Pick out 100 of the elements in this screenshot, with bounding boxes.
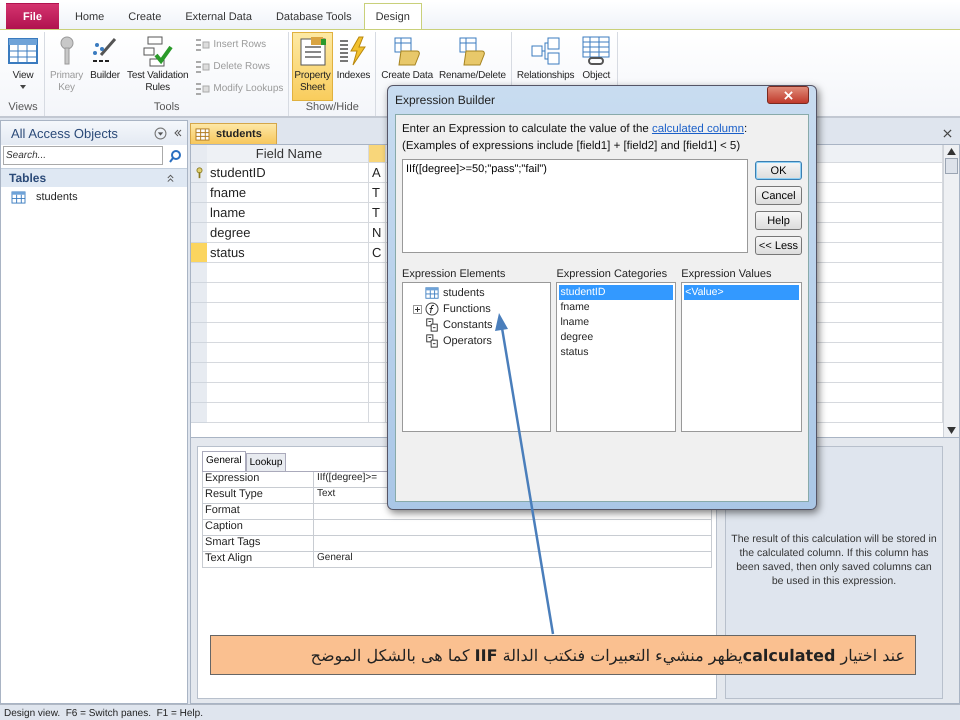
ribbon-button[interactable]: Builder (87, 32, 124, 101)
expand-icon[interactable] (413, 304, 422, 314)
close-button[interactable] (767, 86, 809, 104)
dialog-button[interactable]: OK (755, 161, 802, 180)
table-cell[interactable] (207, 343, 369, 363)
list-item[interactable]: degree (559, 330, 674, 345)
dialog-title: Expression Builder (395, 93, 496, 107)
property-value[interactable]: General (314, 552, 712, 567)
search-field[interactable]: Search... (3, 146, 163, 165)
table-cell[interactable] (369, 303, 386, 323)
nav-item[interactable]: students (1, 187, 187, 207)
rows-icon (194, 80, 210, 96)
dialog-button[interactable]: Help (755, 211, 802, 230)
property-tab[interactable]: General (202, 451, 246, 471)
table-cell[interactable] (369, 403, 386, 423)
row-selector[interactable] (191, 163, 207, 183)
table-cell[interactable]: A (369, 163, 386, 183)
table-cell[interactable]: studentID (207, 163, 369, 183)
property-tab[interactable]: Lookup (246, 453, 286, 471)
list-item[interactable]: status (559, 345, 674, 360)
table-cell[interactable]: T (369, 183, 386, 203)
table-cell[interactable]: status (207, 243, 369, 263)
table-cell[interactable] (369, 283, 386, 303)
tree-item[interactable]: students (441, 287, 485, 299)
ribbon-tab[interactable]: File (6, 3, 59, 29)
table-icon (7, 35, 39, 67)
close-icon (784, 90, 792, 100)
list-heading: Expression Elements (402, 268, 506, 280)
document-tab[interactable]: students (190, 123, 277, 144)
table-cell[interactable] (369, 383, 386, 403)
key-icon (196, 166, 202, 178)
scrollbar[interactable] (943, 145, 959, 437)
ribbon-button[interactable]: Test Validation Rules (125, 32, 190, 101)
scroll-thumb[interactable] (945, 158, 958, 174)
property-name: Text Align (202, 552, 314, 567)
table-icon (11, 190, 26, 204)
property-name: Smart Tags (202, 536, 314, 551)
scroll-up-icon[interactable] (947, 148, 956, 155)
table-cell[interactable] (207, 323, 369, 343)
table-cell[interactable] (369, 363, 386, 383)
help-text: The result of this calculation will be stored in the calculated column. If this column has been saved, then only saved columns can be used in this expression. (730, 532, 938, 588)
table-icon (425, 286, 439, 300)
tree-item[interactable]: Functions (441, 303, 491, 315)
relationships-icon (530, 35, 562, 67)
table-cell[interactable]: degree (207, 223, 369, 243)
ribbon-button[interactable]: Relationships (514, 32, 576, 101)
search-icon[interactable] (168, 148, 182, 162)
chevron-icon (166, 173, 175, 183)
dropdown-icon[interactable] (154, 126, 167, 140)
ribbon-button[interactable]: Property Sheet (292, 32, 333, 101)
table-cell[interactable]: C (369, 243, 386, 263)
table-cell[interactable] (207, 403, 369, 423)
table-cell[interactable]: lname (207, 203, 369, 223)
property-name: Caption (202, 520, 314, 535)
tree-item[interactable]: Operators (441, 335, 492, 347)
ribbon-button[interactable]: View (5, 32, 41, 101)
rows-icon (194, 58, 210, 74)
ribbon-tab[interactable]: Home (62, 3, 116, 29)
list-item[interactable]: fname (559, 300, 674, 315)
help-link[interactable]: calculated column (652, 123, 744, 135)
ribbon-tab[interactable]: Create (116, 3, 174, 29)
close-icon[interactable] (943, 129, 952, 138)
header-corner (191, 145, 207, 163)
dialog-button[interactable]: Cancel (755, 186, 802, 205)
table-cell[interactable] (207, 283, 369, 303)
group-label: Views (7, 101, 39, 115)
scroll-down-icon[interactable] (947, 427, 956, 434)
tree-item[interactable]: Constants (441, 319, 493, 331)
folder-icon (425, 334, 439, 348)
group-label: Tools (152, 101, 181, 115)
status-text: Design view. F6 = Switch panes. F1 = Help. (4, 708, 203, 719)
validation-icon (142, 35, 174, 67)
table-cell[interactable] (207, 383, 369, 403)
table-cell[interactable] (207, 363, 369, 383)
table-cell[interactable] (369, 343, 386, 363)
table-cell[interactable] (369, 323, 386, 343)
ribbon-tab[interactable]: Database Tools (264, 3, 364, 29)
ribbon-tab[interactable]: Design (364, 3, 422, 29)
folder-icon (425, 318, 439, 332)
table-cell[interactable]: N (369, 223, 386, 243)
table-cell[interactable]: fname (207, 183, 369, 203)
table-cell[interactable] (369, 263, 386, 283)
table-cell[interactable]: T (369, 203, 386, 223)
table-cell[interactable] (207, 263, 369, 283)
ribbon-button[interactable]: Indexes (334, 32, 372, 101)
collapse-pane-icon[interactable] (173, 128, 183, 138)
pane-title: All Access Objects (11, 126, 119, 140)
group-label: Show/Hide (304, 101, 360, 115)
function-icon (425, 302, 439, 316)
dialog-button[interactable]: << Less (755, 236, 802, 255)
table-cell[interactable] (207, 303, 369, 323)
list-item[interactable]: lname (559, 315, 674, 330)
column-header: Field Name (207, 145, 369, 163)
expression-field[interactable]: IIf([degree]>=50;"pass";"fail") (402, 159, 748, 253)
property-name: Format (202, 504, 314, 519)
ribbon-tab[interactable]: External Data (173, 3, 264, 29)
section-header[interactable]: Tables (1, 168, 187, 187)
list-heading: Expression Values (681, 268, 773, 280)
property-name: Expression (202, 472, 314, 487)
table-icon (195, 128, 210, 140)
